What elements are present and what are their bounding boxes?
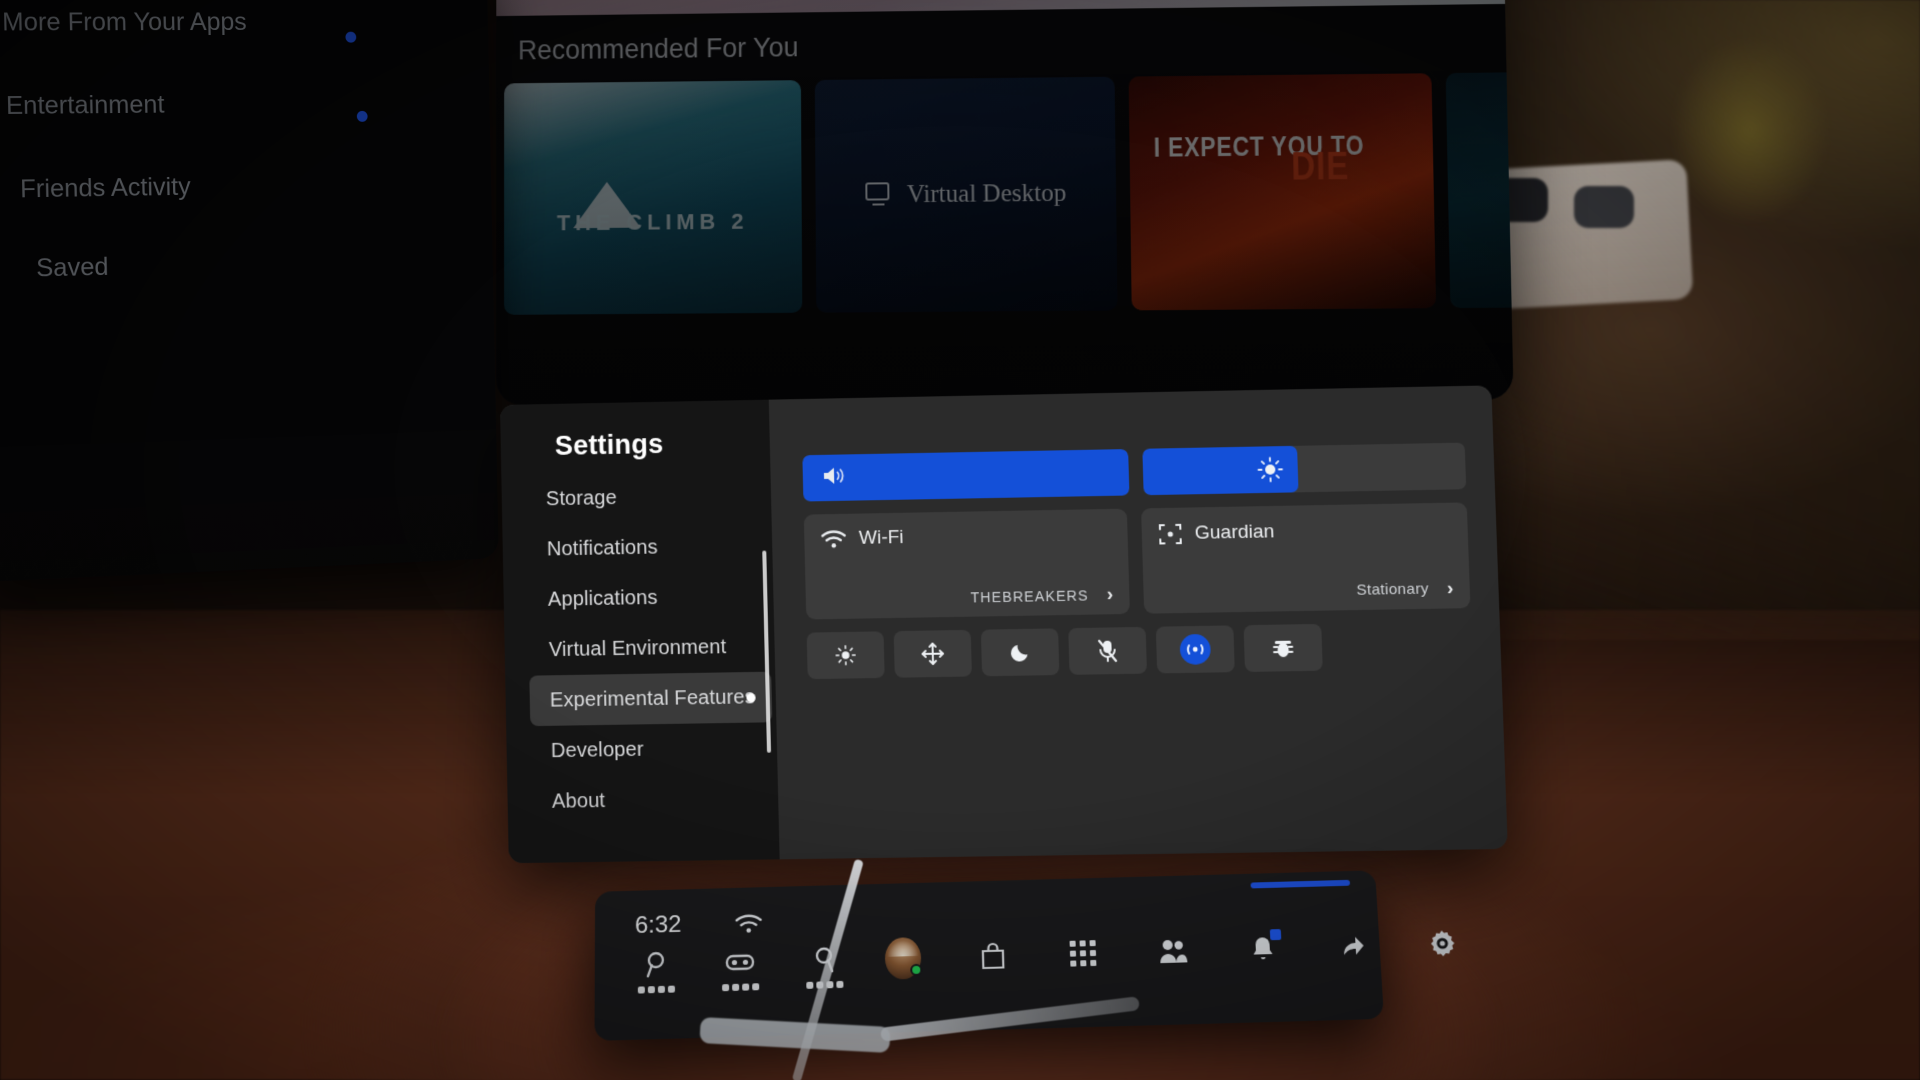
- sidebar-item-label: Developer: [551, 738, 644, 763]
- avatar-art: [887, 940, 919, 957]
- guardian-tile-label: Guardian: [1194, 521, 1274, 545]
- mic-off-icon: [1096, 639, 1119, 664]
- volume-icon: [821, 464, 848, 491]
- brightness-toggle-button[interactable]: [807, 631, 885, 679]
- sidebar-item-label: Virtual Environment: [549, 636, 727, 662]
- brightness-icon: [834, 644, 857, 667]
- notifications-button[interactable]: [1244, 930, 1282, 967]
- settings-button[interactable]: [1423, 925, 1461, 962]
- battery-level-dots: [722, 983, 759, 991]
- avatar[interactable]: [885, 940, 922, 977]
- headset-icon: [725, 949, 755, 978]
- moon-icon: [1009, 641, 1032, 664]
- wifi-tile[interactable]: Wi-Fi THEBREAKERS ›: [804, 509, 1130, 620]
- taskbar-accent-bar: [1250, 880, 1350, 889]
- brightness-slider[interactable]: [1142, 443, 1466, 496]
- apps-grid-icon: [1070, 940, 1097, 967]
- sidebar-item-label: About: [552, 789, 606, 813]
- taskbar-icon-row: [885, 925, 1462, 977]
- guardian-tile[interactable]: Guardian Stationary ›: [1141, 502, 1470, 613]
- brightness-icon: [1256, 456, 1283, 483]
- notification-badge: [1270, 929, 1282, 940]
- sidebar-item-notifications[interactable]: Notifications: [502, 520, 772, 575]
- environment-pillow-3: [1574, 186, 1634, 228]
- night-mode-toggle-button[interactable]: [981, 628, 1060, 676]
- store-bag-icon: [980, 942, 1007, 971]
- settings-panel[interactable]: Settings Storage Notifications Applicati…: [500, 385, 1508, 863]
- settings-tiles: Wi-Fi THEBREAKERS › Guardian Stationary …: [804, 502, 1471, 619]
- cast-toggle-button[interactable]: [1156, 625, 1235, 673]
- slider-row: [802, 443, 1466, 502]
- store-nav-dot-1: [345, 32, 356, 43]
- chevron-right-icon: ›: [1446, 578, 1453, 600]
- guardian-icon: [1158, 522, 1183, 547]
- store-nav-item-saved[interactable]: Saved: [36, 253, 109, 284]
- sidebar-item-label: Experimental Features: [550, 686, 755, 713]
- settings-main-content: Wi-Fi THEBREAKERS › Guardian Stationary …: [769, 385, 1508, 859]
- settings-nav-list: Storage Notifications Applications Virtu…: [501, 470, 778, 828]
- wifi-network-name: THEBREAKERS: [970, 587, 1089, 605]
- clock: 6:32: [635, 911, 682, 940]
- sidebar-item-experimental-features[interactable]: Experimental Features: [529, 672, 772, 726]
- headset-battery[interactable]: [709, 948, 771, 991]
- people-button[interactable]: [1154, 933, 1192, 970]
- volume-slider[interactable]: [802, 449, 1129, 501]
- left-controller-icon: [643, 951, 669, 980]
- store-dim-overlay: [496, 0, 1514, 405]
- store-button[interactable]: [975, 938, 1012, 975]
- gear-icon: [1428, 929, 1458, 958]
- sidebar-item-storage[interactable]: Storage: [501, 470, 771, 525]
- wifi-status-icon: [735, 913, 763, 935]
- move-icon: [920, 641, 945, 666]
- bug-report-toggle-button[interactable]: [1244, 624, 1323, 672]
- settings-sidebar: Settings Storage Notifications Applicati…: [500, 400, 780, 864]
- vr-home-screen: DAILY DEAL FALCON AGE Recommended For Yo…: [0, 0, 1920, 1080]
- apps-button[interactable]: [1064, 935, 1101, 972]
- sidebar-item-label: Applications: [548, 586, 658, 611]
- mic-mute-toggle-button[interactable]: [1068, 627, 1147, 675]
- sidebar-item-applications[interactable]: Applications: [503, 571, 774, 626]
- left-controller-battery[interactable]: [625, 950, 687, 994]
- store-nav-dot-2: [357, 111, 368, 122]
- guardian-tile-header: Guardian: [1158, 517, 1452, 547]
- sharing-button[interactable]: [1334, 928, 1372, 965]
- store-panel[interactable]: DAILY DEAL FALCON AGE Recommended For Yo…: [496, 0, 1514, 405]
- cast-icon: [1177, 632, 1213, 667]
- reposition-toggle-button[interactable]: [894, 630, 972, 678]
- store-nav-item-more-from-your-apps[interactable]: More From Your Apps: [2, 8, 247, 38]
- settings-title: Settings: [555, 429, 664, 462]
- online-status-dot: [910, 964, 922, 976]
- sidebar-item-developer[interactable]: Developer: [506, 722, 777, 777]
- people-icon: [1157, 938, 1188, 965]
- volume-slider-fill: [802, 449, 1129, 501]
- store-left-nav[interactable]: More From Your Apps Entertainment Friend…: [0, 0, 499, 582]
- quick-toggle-row: [807, 621, 1473, 679]
- wifi-tile-header: Wi-Fi: [820, 523, 1111, 550]
- share-arrow-icon: [1339, 933, 1366, 959]
- wifi-tile-label: Wi-Fi: [859, 527, 904, 550]
- wifi-icon: [820, 529, 847, 550]
- chevron-right-icon: ›: [1106, 584, 1113, 606]
- bug-icon: [1270, 636, 1295, 661]
- sidebar-item-about[interactable]: About: [507, 773, 779, 828]
- battery-level-dots: [637, 986, 674, 994]
- store-nav-item-friends-activity[interactable]: Friends Activity: [20, 173, 191, 205]
- new-badge-dot: [746, 693, 755, 702]
- store-nav-item-entertainment[interactable]: Entertainment: [6, 90, 165, 121]
- settings-panel-body: Settings Storage Notifications Applicati…: [500, 385, 1508, 863]
- guardian-mode-value: Stationary: [1356, 580, 1429, 599]
- sidebar-item-label: Notifications: [547, 536, 658, 561]
- sidebar-item-label: Storage: [546, 486, 617, 510]
- sidebar-item-virtual-environment[interactable]: Virtual Environment: [504, 621, 775, 676]
